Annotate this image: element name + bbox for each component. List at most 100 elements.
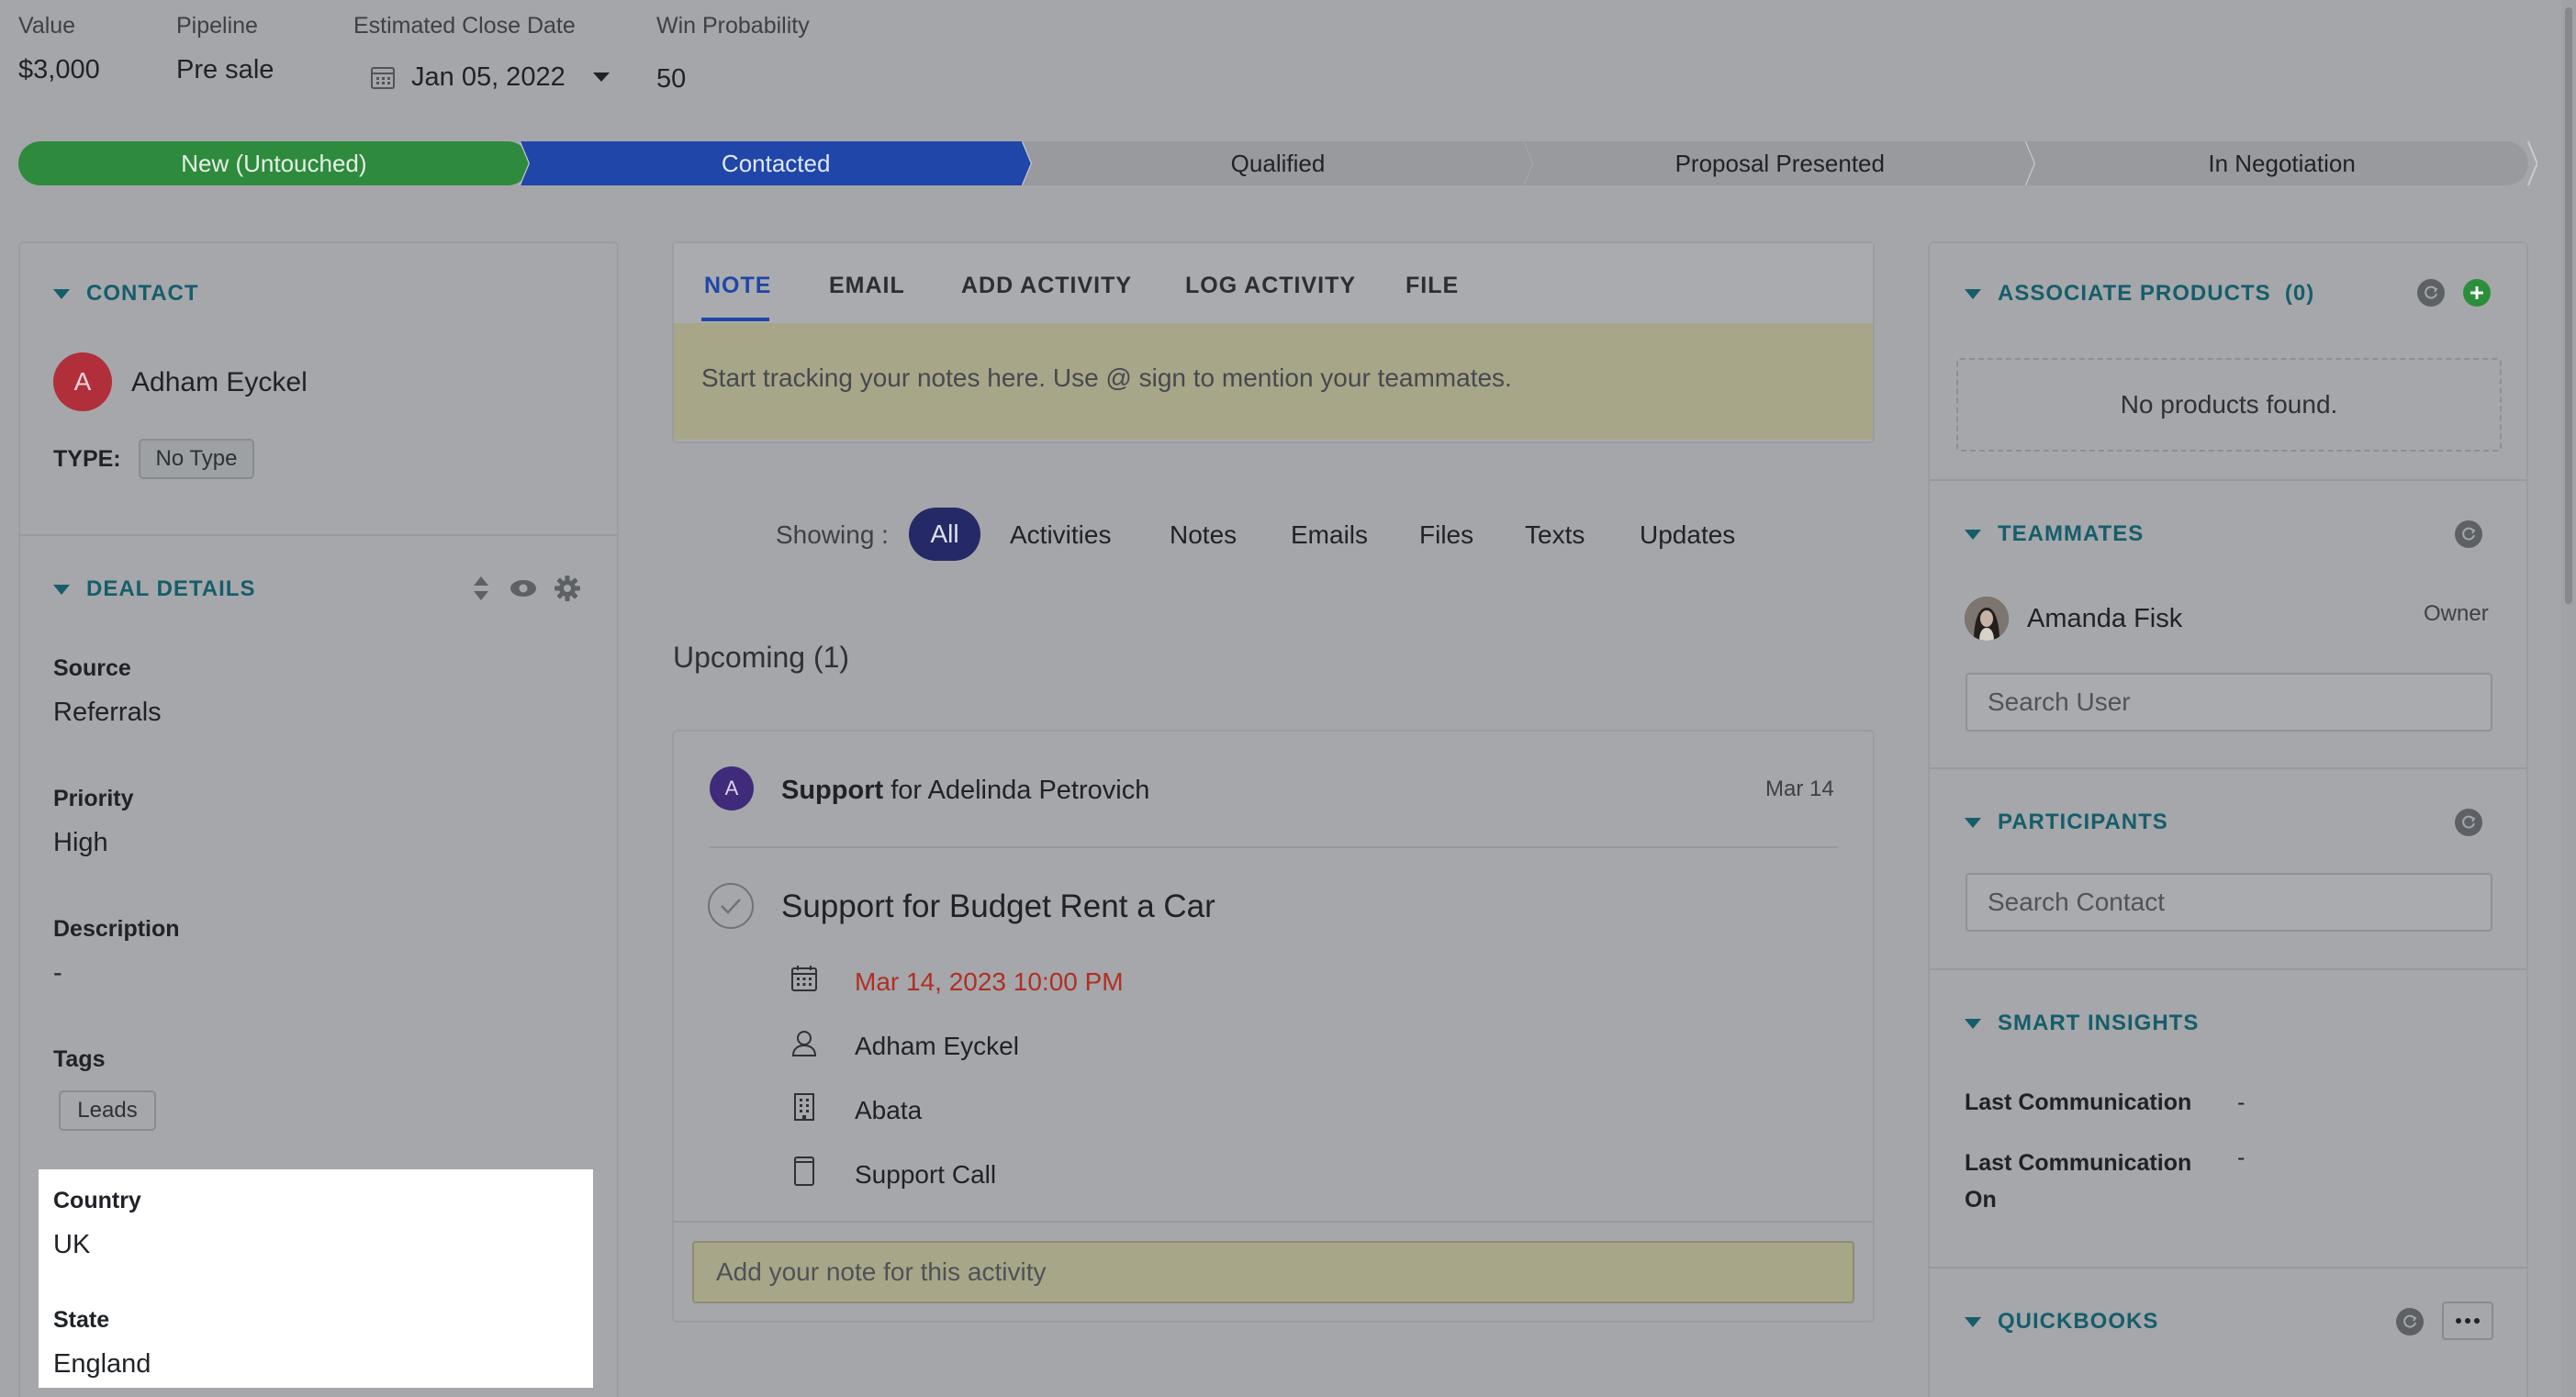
caret-down-icon <box>1965 529 1981 540</box>
smart-insights-header[interactable]: SMART INSIGHTS <box>1965 1011 2199 1036</box>
teammates-header[interactable]: TEAMMATES <box>1965 521 2144 547</box>
divider <box>1930 767 2526 769</box>
tab-file[interactable]: FILE <box>1406 273 1459 299</box>
teammates-title: TEAMMATES <box>1998 521 2145 546</box>
stage-qualified[interactable]: Qualified <box>1022 141 1534 185</box>
divider <box>20 534 617 536</box>
participants-header[interactable]: PARTICIPANTS <box>1965 810 2168 835</box>
stage-new-untouched[interactable]: New (Untouched) <box>18 141 530 185</box>
filter-emails[interactable]: Emails <box>1291 520 1368 550</box>
calendar-icon <box>369 63 397 91</box>
pipeline-value[interactable]: Pre sale <box>176 55 274 85</box>
priority-value[interactable]: High <box>53 828 108 858</box>
activity-date-short: Mar 14 <box>1765 777 1834 801</box>
avatar[interactable]: A <box>53 352 112 411</box>
state-label: State <box>53 1307 110 1333</box>
tags-label: Tags <box>53 1046 106 1072</box>
note-input[interactable]: Start tracking your notes here. Use @ si… <box>674 323 1873 440</box>
contact-name[interactable]: Adham Eyckel <box>131 367 308 398</box>
description-value[interactable]: - <box>53 958 62 989</box>
eye-icon[interactable] <box>507 575 540 602</box>
gear-icon[interactable] <box>552 573 583 604</box>
more-options-button[interactable] <box>2442 1302 2493 1340</box>
refresh-icon[interactable] <box>2455 809 2482 836</box>
deal-value[interactable]: $3,000 <box>18 55 100 85</box>
search-user-input[interactable]: Search User <box>1966 673 2492 732</box>
add-icon[interactable] <box>2463 279 2491 307</box>
tab-email[interactable]: EMAIL <box>829 273 905 299</box>
divider <box>674 1221 1873 1223</box>
smart-insights-title: SMART INSIGHTS <box>1998 1011 2200 1035</box>
quickbooks-header[interactable]: QUICKBOOKS <box>1965 1309 2158 1335</box>
stage-label: In Negotiation <box>2208 149 2356 177</box>
activity-company[interactable]: Abata <box>855 1096 922 1125</box>
stage-label: New (Untouched) <box>181 149 367 177</box>
avatar[interactable] <box>1965 597 2009 641</box>
tab-add-activity[interactable]: ADD ACTIVITY <box>961 273 1132 299</box>
stage-in-negotiation[interactable]: In Negotiation <box>2026 141 2537 185</box>
tab-note[interactable]: NOTE <box>704 273 771 299</box>
refresh-icon[interactable] <box>2396 1308 2424 1336</box>
last-communication-value: - <box>2237 1090 2246 1115</box>
filter-files[interactable]: Files <box>1419 520 1473 550</box>
deal-details-section-header[interactable]: DEAL DETAILS <box>53 576 255 602</box>
win-probability-value[interactable]: 50 <box>656 64 686 95</box>
search-contact-input[interactable]: Search Contact <box>1966 873 2492 932</box>
showing-label: Showing : <box>776 520 889 549</box>
caret-down-icon <box>1965 1018 1981 1029</box>
filter-notes[interactable]: Notes <box>1170 520 1237 550</box>
value-label: Value <box>18 13 76 39</box>
country-value[interactable]: UK <box>53 1230 90 1260</box>
stage-proposal-presented[interactable]: Proposal Presented <box>1524 141 2036 185</box>
avatar: A <box>710 766 754 810</box>
stage-label: Qualified <box>1230 149 1326 177</box>
contact-section-header[interactable]: CONTACT <box>53 281 199 307</box>
divider <box>1930 968 2526 970</box>
tag-chip[interactable]: Leads <box>59 1090 156 1131</box>
participants-title: PARTICIPANTS <box>1998 810 2168 834</box>
type-badge[interactable]: No Type <box>139 439 254 479</box>
stage-label: Contacted <box>721 149 831 177</box>
filter-texts[interactable]: Texts <box>1525 520 1585 550</box>
upcoming-heading: Upcoming (1) <box>673 641 850 674</box>
scrollbar-thumb[interactable] <box>2565 7 2572 604</box>
building-icon <box>788 1090 821 1123</box>
activity-note-input[interactable]: Add your note for this activity <box>692 1241 1854 1303</box>
caret-down-icon <box>1965 288 1981 299</box>
last-communication-on-value: - <box>2237 1145 2246 1170</box>
pipeline-stages: New (Untouched) Contacted Qualified Proposa… <box>18 141 2537 185</box>
filter-activities[interactable]: Activities <box>1010 520 1111 550</box>
sort-icon[interactable] <box>466 573 496 604</box>
teammate-name[interactable]: Amanda Fisk <box>2027 604 2182 634</box>
source-value[interactable]: Referrals <box>53 698 162 728</box>
tab-log-activity[interactable]: LOG ACTIVITY <box>1185 273 1356 299</box>
products-count: (0) <box>2284 281 2315 306</box>
stage-contacted[interactable]: Contacted <box>520 141 1032 185</box>
state-value[interactable]: England <box>53 1349 151 1380</box>
activity-header[interactable]: Support for Adelinda Petrovich <box>781 776 1149 806</box>
caret-down-icon <box>1965 817 1981 828</box>
close-date-value: Jan 05, 2022 <box>411 61 566 92</box>
win-probability-label: Win Probability <box>656 13 810 39</box>
refresh-icon[interactable] <box>2455 520 2482 548</box>
caret-down-icon <box>1965 1316 1981 1327</box>
deal-details-title: DEAL DETAILS <box>86 576 256 601</box>
filter-all[interactable]: All <box>909 508 980 561</box>
active-tab-indicator <box>701 318 769 321</box>
source-label: Source <box>53 655 131 681</box>
calendar-icon <box>788 962 821 995</box>
refresh-icon[interactable] <box>2417 279 2445 307</box>
activity-for: for Adelinda Petrovich <box>890 776 1150 805</box>
activity-title[interactable]: Support for Budget Rent a Car <box>781 888 1215 925</box>
associate-products-title: ASSOCIATE PRODUCTS <box>1998 281 2271 306</box>
divider <box>709 846 1838 848</box>
user-icon <box>788 1026 821 1059</box>
scrollbar[interactable] <box>2561 0 2576 1397</box>
filter-updates[interactable]: Updates <box>1640 520 1735 550</box>
caret-down-icon <box>53 288 70 299</box>
complete-check-icon[interactable] <box>708 883 754 929</box>
close-date-label: Estimated Close Date <box>353 13 576 39</box>
description-label: Description <box>53 916 180 942</box>
activity-contact[interactable]: Adham Eyckel <box>855 1032 1019 1061</box>
associate-products-header[interactable]: ASSOCIATE PRODUCTS (0) <box>1965 281 2314 307</box>
